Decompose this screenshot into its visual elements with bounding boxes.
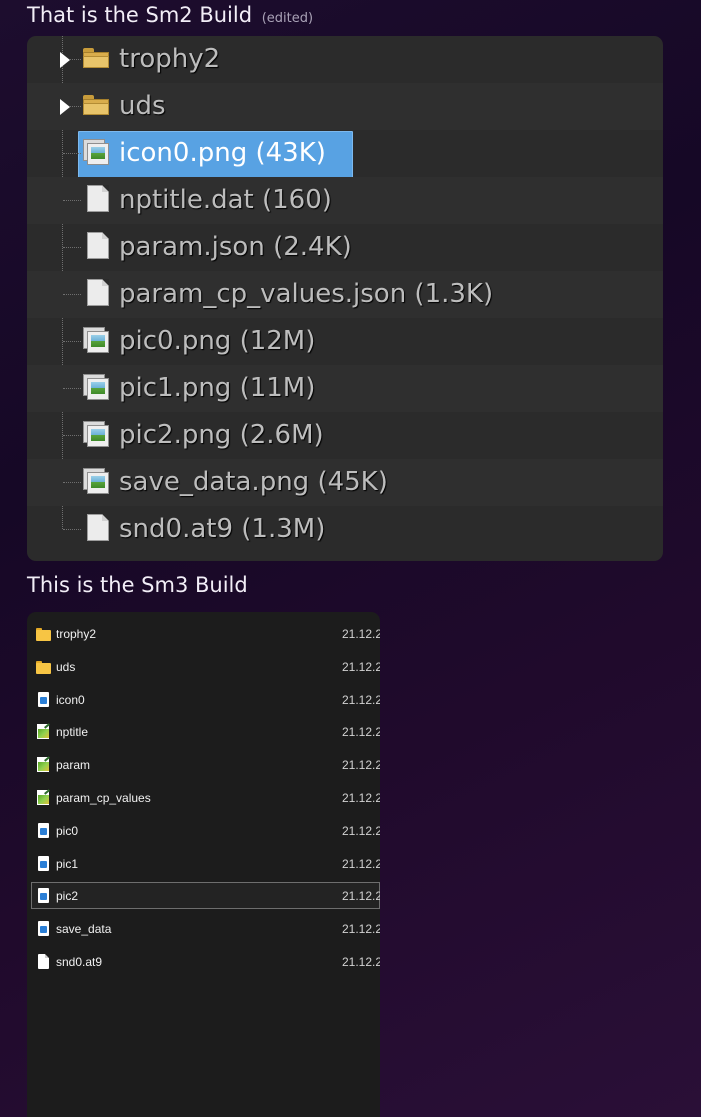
tree-item-label: icon0.png (43K) — [119, 138, 326, 168]
file-date: 21.12.2 — [342, 659, 380, 674]
tree-item[interactable]: pic2.png (2.6M) — [27, 412, 663, 459]
image-file-icon — [35, 888, 51, 904]
file-icon — [87, 232, 109, 259]
file-date: 21.12.2 — [342, 889, 380, 904]
file-icon — [87, 279, 109, 306]
tree-item-label: pic1.png (11M) — [119, 373, 316, 403]
file-name: snd0.at9 — [56, 955, 103, 969]
tree-branch-line — [63, 482, 81, 483]
file-icon — [87, 514, 109, 541]
file-row[interactable]: pic1 21.12.2 — [27, 850, 380, 878]
data-file-icon — [35, 789, 51, 806]
image-file-icon — [83, 421, 109, 447]
folder-icon — [83, 48, 109, 68]
message-text: This is the Sm3 Build — [27, 573, 248, 597]
expand-arrow-icon[interactable] — [60, 99, 70, 115]
tree-branch-line — [63, 247, 81, 248]
tree-item-label: param.json (2.4K) — [119, 232, 352, 262]
tree-item-label: pic0.png (12M) — [119, 326, 316, 356]
tree-item[interactable]: snd0.at9 (1.3M) — [27, 506, 663, 553]
file-name: save_data — [56, 922, 112, 937]
tree-item[interactable]: pic0.png (12M) — [27, 318, 663, 365]
tree-item[interactable]: pic1.png (11M) — [27, 365, 663, 412]
file-date: 21.12.2 — [342, 692, 380, 707]
image-file-icon — [83, 468, 109, 494]
file-row[interactable]: trophy2 21.12.2 — [27, 620, 380, 648]
file-row[interactable]: nptitle 21.12.2 — [27, 718, 380, 746]
tree-item-label: uds — [119, 91, 166, 121]
tree-item[interactable]: param.json (2.4K) — [27, 224, 663, 271]
selection-box — [31, 882, 380, 910]
blank-file-icon — [35, 954, 51, 970]
tree-item[interactable]: nptitle.dat (160) — [27, 177, 663, 224]
image-file-icon — [83, 374, 109, 400]
file-row[interactable]: pic0 21.12.2 — [27, 817, 380, 845]
image-file-icon — [35, 921, 51, 937]
file-row[interactable]: save_data 21.12.2 — [27, 915, 380, 943]
file-name: param — [56, 758, 91, 773]
tree-item-label: nptitle.dat (160) — [119, 185, 332, 215]
folder-icon — [83, 95, 109, 115]
file-row[interactable]: pic2 21.12.2 — [27, 882, 380, 910]
file-name: trophy2 — [56, 627, 97, 641]
file-row[interactable]: snd0.at9 21.12.2 — [27, 948, 380, 976]
tree-item-label: snd0.at9 (1.3M) — [119, 514, 326, 544]
data-file-icon — [35, 723, 51, 740]
file-name: param_cp_values — [56, 791, 151, 805]
folder-icon — [35, 626, 51, 642]
file-name: icon0 — [56, 692, 85, 707]
file-date: 21.12.2 — [342, 725, 380, 740]
file-name: pic0 — [56, 823, 79, 838]
message-sm3: This is the Sm3 Build — [27, 573, 248, 597]
tree-item-label: trophy2 — [119, 44, 221, 74]
file-row[interactable]: uds 21.12.2 — [27, 653, 380, 681]
tree-branch-line — [63, 529, 81, 530]
tree-branch-line — [63, 388, 81, 389]
tree-item[interactable]: param_cp_values.json (1.3K) — [27, 271, 663, 318]
tree-item[interactable]: trophy2 — [27, 36, 663, 83]
message-text: That is the Sm2 Build — [27, 3, 253, 27]
file-name: uds — [56, 659, 76, 674]
file-date: 21.12.2 — [342, 791, 380, 805]
image-file-icon — [35, 822, 51, 839]
file-date: 21.12.2 — [342, 823, 380, 838]
tree-branch-line — [63, 341, 81, 342]
image-file-icon — [83, 139, 109, 165]
edited-label: (edited) — [261, 11, 314, 26]
tree-branch-line — [63, 294, 81, 295]
message-sm2: That is the Sm2 Build (edited) — [27, 3, 313, 27]
file-date: 21.12.2 — [342, 627, 380, 641]
folder-icon — [35, 659, 51, 675]
file-name: pic2 — [56, 889, 79, 904]
tree-branch-line — [63, 153, 81, 154]
tree-item-label: pic2.png (2.6M) — [119, 420, 324, 450]
file-name: pic1 — [56, 856, 79, 871]
tree-item[interactable]: uds — [27, 83, 663, 130]
image-file-icon — [35, 855, 51, 872]
file-name: nptitle — [56, 725, 89, 740]
data-file-icon — [35, 756, 51, 773]
file-icon — [87, 185, 109, 212]
sm3-screenshot-explorer[interactable]: trophy2 21.12.2 uds 21.12.2 icon0 21.12.2 npti… — [27, 612, 380, 1117]
sm2-screenshot-tree[interactable]: trophy2 uds icon0.png (43K) nptitle.dat (16… — [27, 36, 663, 561]
tree-branch-line — [63, 435, 81, 436]
file-date: 21.12.2 — [342, 758, 380, 773]
tree-item-label: save_data.png (45K) — [119, 467, 388, 497]
file-row[interactable]: param_cp_values 21.12.2 — [27, 784, 380, 812]
file-date: 21.12.2 — [342, 922, 380, 937]
file-date: 21.12.2 — [342, 955, 380, 969]
file-date: 21.12.2 — [342, 856, 380, 871]
file-row[interactable]: param 21.12.2 — [27, 751, 380, 779]
tree-branch-line — [63, 200, 81, 201]
tree-item[interactable]: save_data.png (45K) — [27, 459, 663, 506]
image-file-icon — [35, 691, 51, 708]
expand-arrow-icon[interactable] — [60, 52, 70, 68]
file-row[interactable]: icon0 21.12.2 — [27, 686, 380, 714]
image-file-icon — [83, 327, 109, 353]
tree-item-label: param_cp_values.json (1.3K) — [119, 279, 494, 309]
tree-item[interactable]: icon0.png (43K) — [27, 130, 663, 179]
